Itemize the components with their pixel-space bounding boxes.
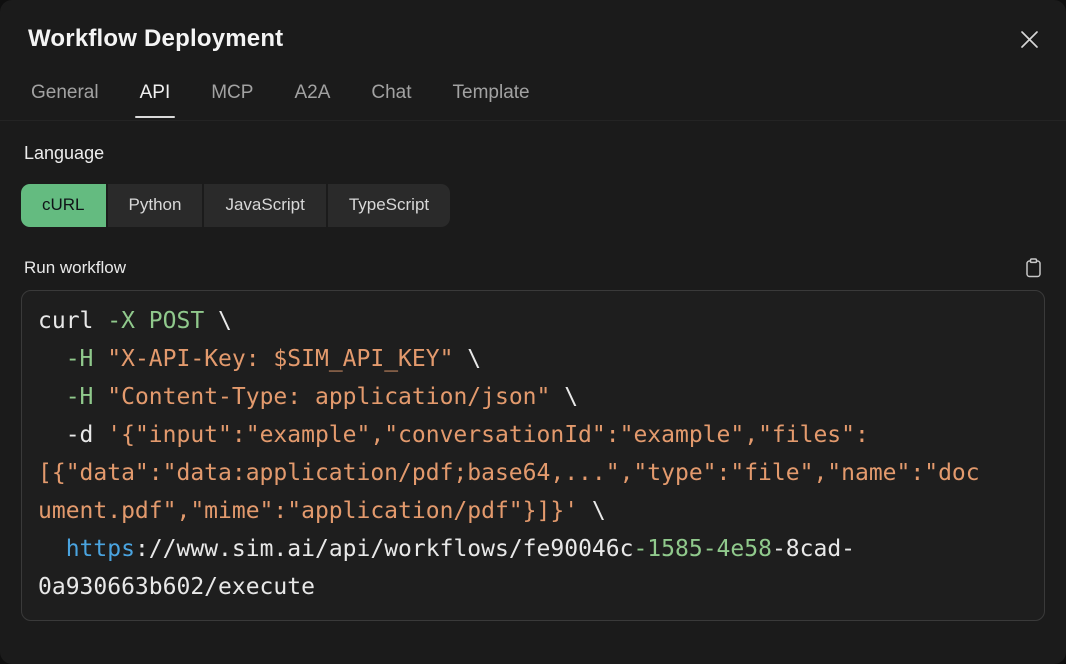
language-option-javascript[interactable]: JavaScript bbox=[204, 184, 325, 227]
tab-general[interactable]: General bbox=[31, 82, 99, 120]
code-line: ument.pdf","mime":"application/pdf"}]}' … bbox=[38, 492, 1030, 530]
copy-button[interactable] bbox=[1022, 257, 1045, 278]
tab-chat[interactable]: Chat bbox=[371, 82, 411, 120]
tab-api[interactable]: API bbox=[140, 82, 171, 120]
language-option-curl[interactable]: cURL bbox=[21, 184, 106, 227]
code-line: [{"data":"data:application/pdf;base64,..… bbox=[38, 454, 1030, 492]
clipboard-icon bbox=[1024, 257, 1043, 278]
language-switcher: cURLPythonJavaScriptTypeScript bbox=[21, 184, 450, 227]
tab-bar: General API MCP A2A Chat Template bbox=[0, 82, 1066, 121]
code-line: -H "X-API-Key: $SIM_API_KEY" \ bbox=[38, 340, 1030, 378]
language-option-python[interactable]: Python bbox=[108, 184, 203, 227]
page-title: Workflow Deployment bbox=[28, 25, 1038, 53]
code-line: -d '{"input":"example","conversationId":… bbox=[38, 416, 1030, 454]
code-line: https://www.sim.ai/api/workflows/fe90046… bbox=[38, 530, 1030, 568]
code-line: curl -X POST \ bbox=[38, 302, 1030, 340]
language-option-typescript[interactable]: TypeScript bbox=[328, 184, 450, 227]
language-label: Language bbox=[24, 143, 1045, 164]
workflow-deployment-modal: Workflow Deployment General API MCP A2A Chat… bbox=[0, 0, 1066, 664]
modal-header: Workflow Deployment bbox=[0, 0, 1066, 53]
code-block: curl -X POST \ -H "X-API-Key: $SIM_API_K… bbox=[21, 290, 1045, 621]
tab-template[interactable]: Template bbox=[453, 82, 530, 120]
tab-mcp[interactable]: MCP bbox=[211, 82, 253, 120]
modal-content: Language cURLPythonJavaScriptTypeScript … bbox=[0, 143, 1066, 621]
tab-a2a[interactable]: A2A bbox=[294, 82, 330, 120]
close-button[interactable] bbox=[1016, 26, 1042, 52]
code-line: 0a930663b602/execute bbox=[38, 568, 1030, 606]
close-icon bbox=[1019, 29, 1040, 50]
code-title: Run workflow bbox=[24, 258, 126, 278]
code-line: -H "Content-Type: application/json" \ bbox=[38, 378, 1030, 416]
code-header: Run workflow bbox=[24, 257, 1045, 278]
